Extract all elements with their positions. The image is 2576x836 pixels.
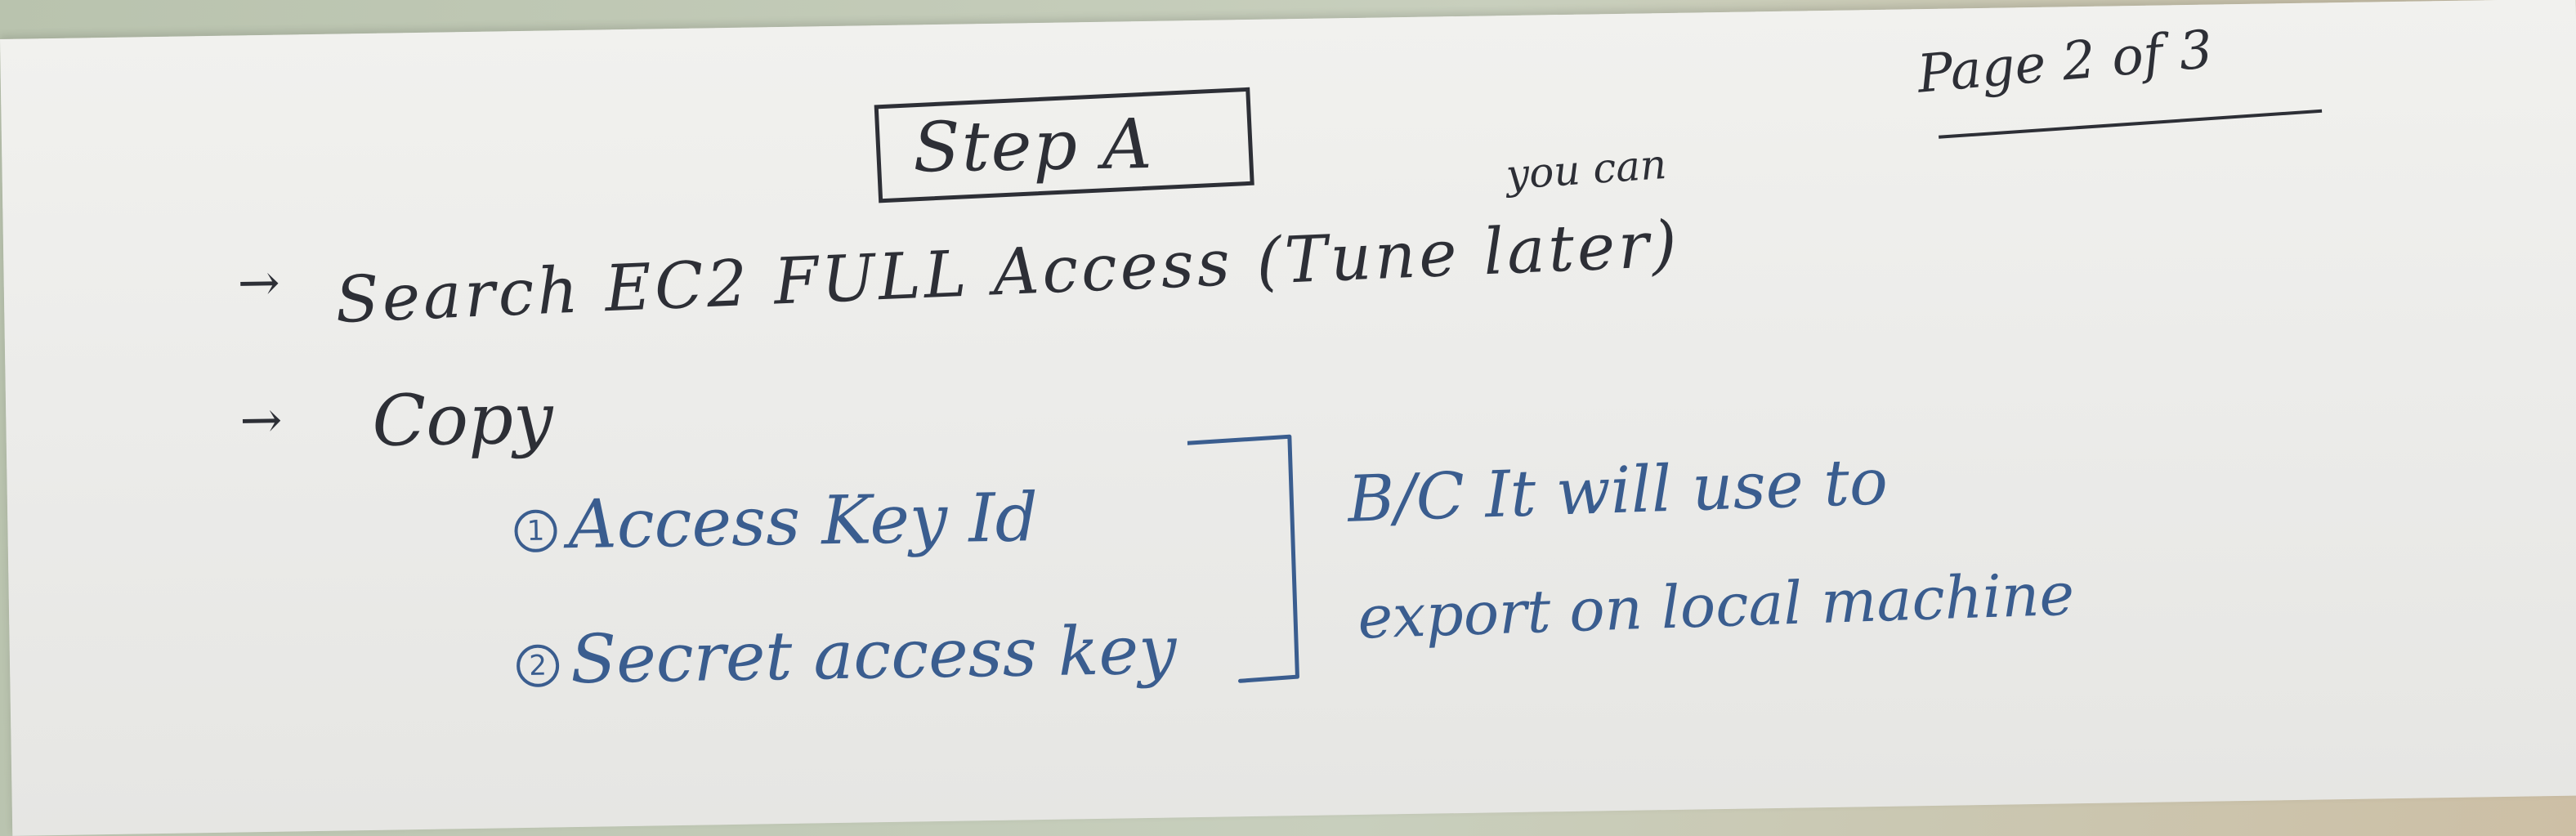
list-item: 1 Access Key Id <box>514 479 1039 564</box>
list-item-label: Secret access key <box>570 611 1178 700</box>
annotation-you-can: you can <box>1505 140 1668 199</box>
instruction-search: Search EC2 FULL Access (Tune later) <box>333 208 1682 338</box>
circled-number-icon: 1 <box>514 508 557 552</box>
list-item-label: Access Key Id <box>567 479 1039 565</box>
page-label-underline <box>1939 109 2323 139</box>
handwritten-note-paper: Step A Page 2 of 3 you can → Search EC2 … <box>0 0 2576 836</box>
instruction-copy: Copy <box>371 378 554 463</box>
step-title: Step A <box>912 103 1155 188</box>
closing-bracket-icon <box>1187 434 1299 683</box>
reason-line-1: B/C It will use to <box>1346 445 1890 537</box>
bullet-arrow-icon: → <box>237 252 281 313</box>
reason-line-2: export on local machine <box>1356 559 2076 652</box>
page-number-label: Page 2 of 3 <box>1915 19 2216 105</box>
circled-number-icon: 2 <box>516 643 560 687</box>
bullet-arrow-icon: → <box>239 389 283 450</box>
list-item: 2 Secret access key <box>516 611 1177 699</box>
